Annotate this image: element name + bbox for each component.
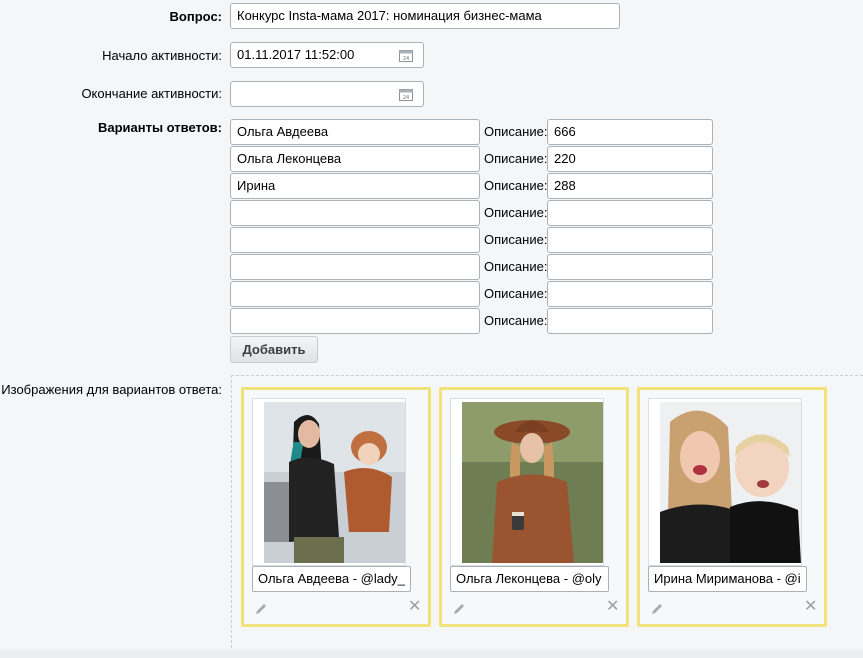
description-label: Описание: (484, 151, 548, 166)
pencil-icon[interactable] (452, 602, 466, 616)
photo-woman-hat-icon (462, 402, 603, 563)
answer-description-input[interactable] (547, 308, 713, 334)
answer-name-input[interactable]: Ольга Леконцева (230, 146, 480, 172)
svg-text:24: 24 (403, 56, 409, 62)
image-frame[interactable] (450, 398, 604, 566)
section-divider-vertical (231, 375, 232, 658)
start-date-value: 01.11.2017 11:52:00 (237, 47, 355, 62)
description-label: Описание: (484, 205, 548, 220)
answer-description-input[interactable]: 288 (547, 173, 713, 199)
section-divider (231, 375, 863, 376)
answer-name-input[interactable] (230, 254, 480, 280)
answer-description-input[interactable] (547, 254, 713, 280)
calendar-icon[interactable]: 24 (399, 88, 413, 101)
answers-label: Варианты ответов: (97, 120, 222, 135)
photo-woman-child-jacket-icon (264, 402, 405, 563)
image-card: Ольга Леконцева - @oly ✕ (439, 387, 629, 627)
answer-description-input[interactable]: 666 (547, 119, 713, 145)
answer-name-input[interactable] (230, 281, 480, 307)
end-date-input[interactable]: 24 (230, 81, 424, 107)
start-date-label: Начало активности: (102, 48, 222, 63)
answer-description-input[interactable] (547, 281, 713, 307)
description-label: Описание: (484, 259, 548, 274)
photo-woman-child-icon (660, 402, 801, 563)
answer-name-input[interactable] (230, 308, 480, 334)
svg-text:24: 24 (403, 95, 409, 101)
question-label: Вопрос: (169, 9, 222, 24)
description-label: Описание: (484, 313, 548, 328)
question-input[interactable]: Конкурс Insta-мама 2017: номинация бизне… (230, 3, 620, 29)
image-frame[interactable] (648, 398, 802, 566)
pencil-icon[interactable] (650, 602, 664, 616)
answer-name-input[interactable] (230, 200, 480, 226)
images-label: Изображения для вариантов ответа: (1, 382, 222, 397)
image-card: Ирина Мириманова - @i ✕ (637, 387, 827, 627)
answer-description-input[interactable]: 220 (547, 146, 713, 172)
image-card: Ольга Авдеева - @lady_ ✕ (241, 387, 431, 627)
description-label: Описание: (484, 286, 548, 301)
end-date-label: Окончание активности: (81, 86, 222, 101)
start-date-input[interactable]: 01.11.2017 11:52:00 24 (230, 42, 424, 68)
close-icon[interactable]: ✕ (606, 599, 619, 615)
image-caption-input[interactable]: Ирина Мириманова - @i (648, 566, 807, 592)
image-caption-input[interactable]: Ольга Леконцева - @oly (450, 566, 609, 592)
answer-description-input[interactable] (547, 227, 713, 253)
close-icon[interactable]: ✕ (408, 599, 421, 615)
add-answer-button[interactable]: Добавить (230, 336, 318, 363)
answer-name-input[interactable] (230, 227, 480, 253)
answer-name-input[interactable]: Ольга Авдеева (230, 119, 480, 145)
bottom-border (0, 650, 863, 658)
answer-name-input[interactable]: Ирина (230, 173, 480, 199)
image-frame[interactable] (252, 398, 406, 566)
calendar-icon[interactable]: 24 (399, 49, 413, 62)
description-label: Описание: (484, 124, 548, 139)
close-icon[interactable]: ✕ (804, 599, 817, 615)
description-label: Описание: (484, 178, 548, 193)
answer-description-input[interactable] (547, 200, 713, 226)
pencil-icon[interactable] (254, 602, 268, 616)
description-label: Описание: (484, 232, 548, 247)
image-caption-input[interactable]: Ольга Авдеева - @lady_ (252, 566, 411, 592)
